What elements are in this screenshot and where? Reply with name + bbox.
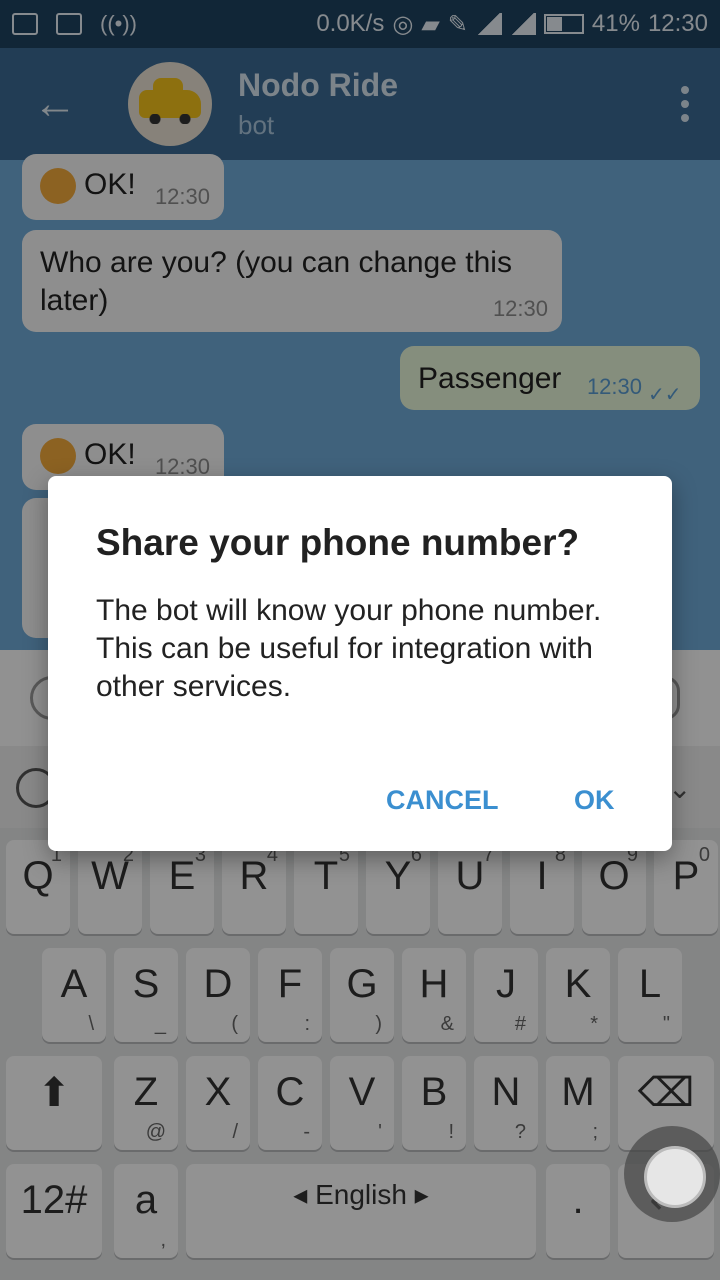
assistive-touch-button[interactable] [624,1126,720,1222]
dialog-title: Share your phone number? [96,522,580,563]
cancel-button[interactable]: CANCEL [368,776,517,824]
phone-screen: ((•)) 0.0K/s ◎ ▰ ✎ 41% 12:30 ← Nodo Ride… [0,0,720,1280]
share-phone-dialog: Share your phone number? The bot will kn… [48,476,672,851]
ok-button[interactable]: OK [556,776,633,824]
dialog-message: The bot will know your phone number. Thi… [96,594,602,703]
